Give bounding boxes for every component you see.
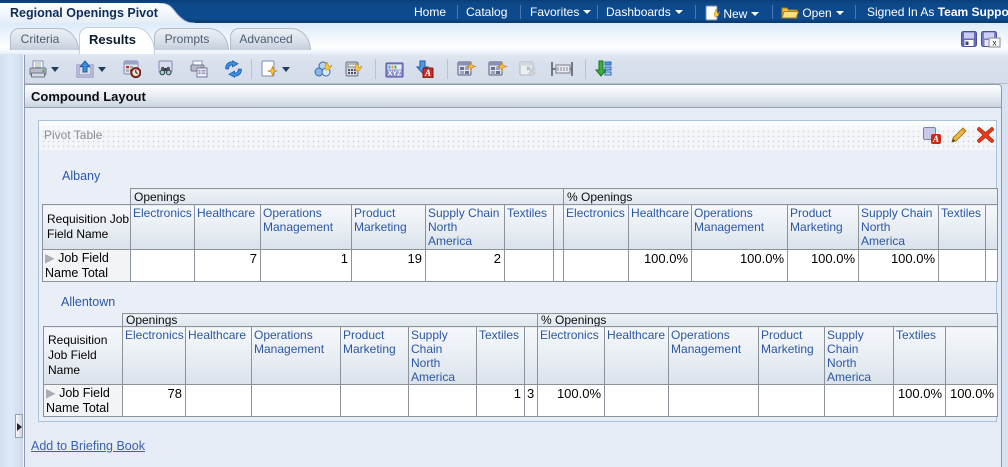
svg-text:A: A — [424, 68, 431, 78]
svg-text:XYZ: XYZ — [388, 71, 402, 78]
svg-text:A: A — [932, 134, 939, 144]
svg-text:x: x — [993, 39, 997, 48]
